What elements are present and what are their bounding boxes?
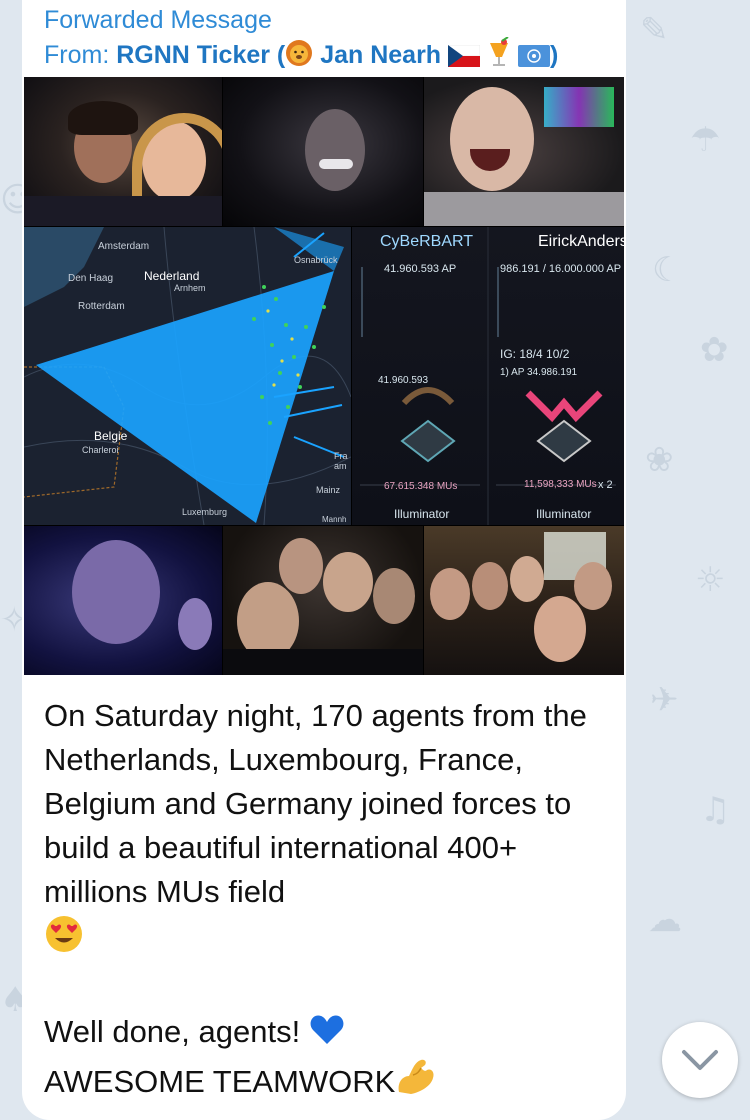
person-face [510, 556, 544, 602]
person-face [279, 538, 323, 594]
collage-photo[interactable]: Amsterdam Den Haag Nederland Arnhem Rott… [24, 77, 624, 675]
res-ap-line: 1) AP 34.986.191 [500, 367, 578, 378]
person-face [472, 562, 508, 610]
tropical-drink-icon [487, 36, 511, 74]
message-closing-1: Well done, agents! [44, 1014, 301, 1049]
heart-eyes-emoji-icon [44, 914, 84, 966]
person-smile [319, 159, 353, 169]
person-face [305, 109, 365, 191]
map-label-osnabruck: Osnabrück [294, 255, 338, 265]
res-mus: 11,598,333 MUs [524, 479, 597, 490]
person-face [323, 552, 373, 612]
map-label-nederland: Nederland [144, 269, 200, 283]
wallpaper-doodle-icon: ☾ [652, 250, 683, 290]
source-name-middle: Jan Nearh [313, 41, 449, 69]
selfie-photo-4 [24, 526, 222, 675]
person-hand [178, 598, 212, 650]
map-label-mannh: Mannh [322, 515, 347, 524]
source-name-end: ) [549, 41, 559, 69]
person-face [450, 87, 534, 191]
map-label-belgie: Belgie [94, 429, 128, 443]
wallpaper-doodle-icon: ❀ [645, 440, 674, 480]
person-face [534, 596, 586, 662]
map-label-rotterdam: Rotterdam [78, 301, 125, 312]
enl-mus: 67.615.348 MUs [384, 481, 458, 492]
wallpaper-doodle-icon: ♫ [700, 790, 731, 830]
forwarded-source-name[interactable]: RGNN Ticker ( Jan Nearh ) [116, 36, 559, 69]
forwarded-label: Forwarded Message [44, 6, 272, 34]
wallpaper-doodle-icon: ✎ [640, 10, 669, 50]
map-label-am: am [334, 461, 347, 471]
forwarded-from[interactable]: From: RGNN Ticker ( Jan Nearh ) [44, 36, 559, 74]
source-name-start: RGNN Ticker ( [116, 41, 286, 69]
car-interior [24, 196, 222, 226]
enl-badge-label: Illuminator [394, 507, 450, 521]
field-map: Amsterdam Den Haag Nederland Arnhem Rott… [24, 227, 351, 525]
res-level-info: IG: 18/4 10/2 [500, 347, 570, 361]
wallpaper-doodle-icon: ☁ [648, 900, 682, 940]
flexed-biceps-icon [395, 1058, 437, 1108]
person-jacket [424, 192, 624, 226]
message-closing-2: AWESOME TEAMWORK [44, 1064, 396, 1099]
wallpaper-doodle-icon: ✿ [700, 330, 729, 370]
message-body: On Saturday night, 170 agents from the N… [44, 698, 587, 909]
blue-heart-icon [309, 1012, 345, 1058]
phone-screen-glow [544, 87, 614, 127]
map-label-luxemburg: Luxemburg [182, 507, 228, 517]
person-face [72, 540, 160, 644]
enl-agent-name: CyBeRBART [380, 233, 474, 250]
un-flag-icon [517, 45, 550, 74]
wallpaper-doodle-icon: ☂ [690, 120, 721, 160]
people-clothes [223, 649, 423, 675]
map-label-charleroi: Charleroi [82, 445, 119, 455]
selfie-photo-5 [223, 526, 423, 675]
chevron-down-icon [682, 1050, 718, 1070]
scroll-down-button[interactable] [662, 1022, 738, 1098]
person-face [430, 568, 470, 620]
res-agent-ap: 986.191 / 16.000.000 AP [500, 263, 622, 275]
res-agent-name: EirickAnders [538, 233, 624, 250]
map-label-den-haag: Den Haag [68, 273, 114, 284]
wallpaper-doodle-icon: ☼ [695, 560, 726, 600]
selfie-photo-3 [424, 77, 624, 226]
person-face [373, 568, 415, 624]
forwarded-from-prefix: From: [44, 41, 117, 69]
selfie-photo-2 [223, 77, 423, 226]
agent-stats-panel: CyBeRBART EirickAnders 41.960.593 AP 986… [352, 227, 624, 525]
selfie-photo-1 [24, 77, 222, 226]
map-label-amsterdam: Amsterdam [98, 241, 150, 252]
selfie-photo-6 [424, 526, 624, 675]
res-badge-label: Illuminator [536, 507, 592, 521]
person-face [574, 562, 612, 610]
person-hair [68, 101, 138, 135]
map-label-arnhem: Arnhem [174, 283, 206, 293]
enl-ap-small: 41.960.593 [378, 375, 429, 386]
czech-flag-icon [447, 44, 481, 74]
map-label-mainz: Mainz [316, 485, 341, 495]
enl-agent-ap: 41.960.593 AP [384, 263, 457, 275]
wallpaper-doodle-icon: ✈ [650, 680, 679, 720]
map-label-fra: Fra [334, 451, 348, 461]
res-mus-multiplier: x 2 [598, 479, 613, 491]
lion-face-icon [285, 39, 313, 74]
message-text: On Saturday night, 170 agents from the N… [44, 694, 614, 1108]
